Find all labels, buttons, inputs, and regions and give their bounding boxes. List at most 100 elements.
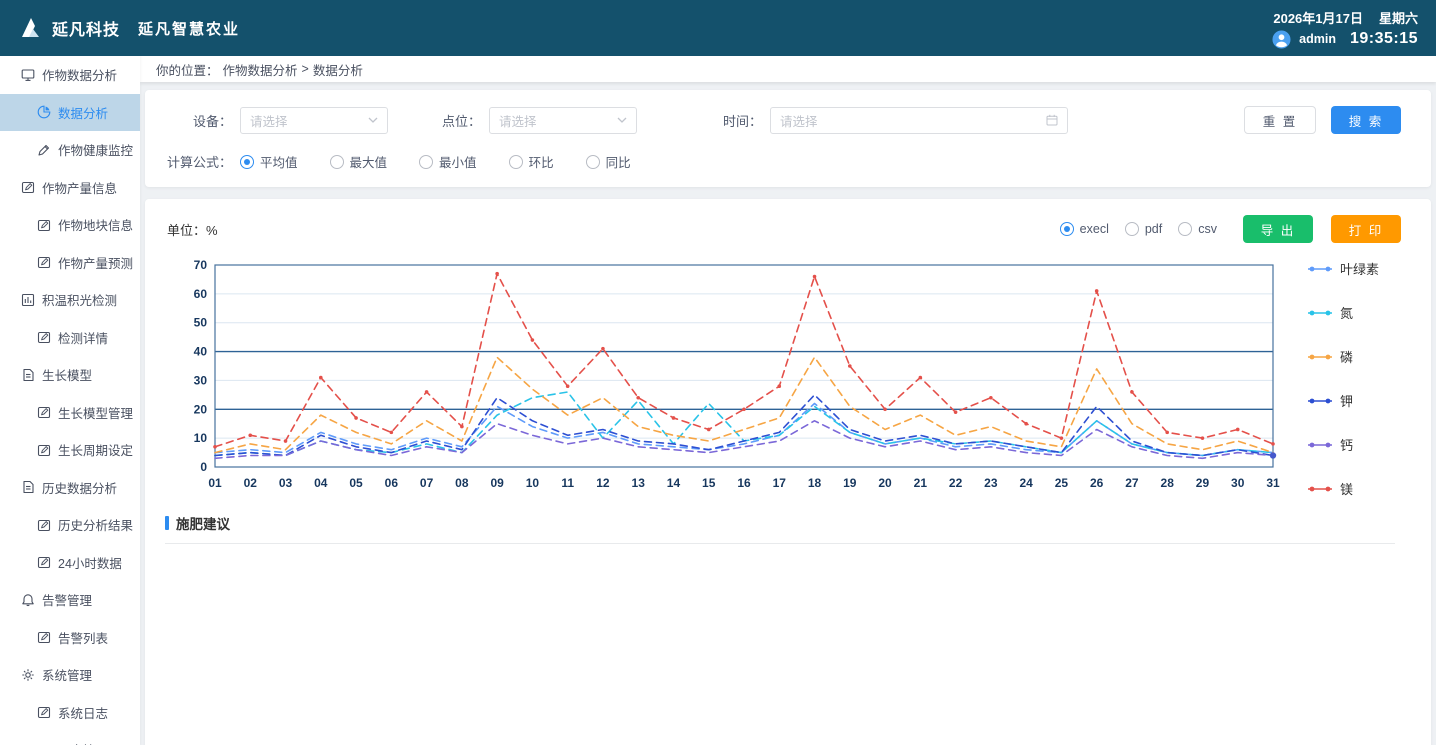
topbar: 延凡科技 延凡智慧农业 2026年1月17日 星期六 admin 19:35:1… [0,0,1436,56]
svg-text:15: 15 [702,476,716,490]
sidebar-item-7[interactable]: 积温积光检测 [0,281,140,319]
sidebar-item-1[interactable]: 作物数据分析 [0,56,140,94]
svg-text:20: 20 [878,476,892,490]
radio-dot [586,155,600,169]
device-select-value: 请选择 [250,111,288,130]
logo-icon [18,15,44,41]
sidebar-item-4[interactable]: 作物产量信息 [0,169,140,207]
sidebar-item-13[interactable]: 历史分析结果 [0,506,140,544]
svg-text:16: 16 [737,476,751,490]
svg-text:07: 07 [420,476,434,490]
formula-radio-group: 平均值 最大值 最小值 环比 同比 [240,152,631,171]
legend-item-钾[interactable]: 钾 [1307,391,1379,410]
sidebar-item-19[interactable]: 用户管理 [0,731,140,745]
radio-dot [1125,222,1139,236]
legend-label: 叶绿素 [1340,259,1379,278]
username: admin [1299,32,1336,46]
main-content: 设备： 请选择 点位： 请选择 时间： 请选择 重 [140,0,1436,745]
breadcrumb-prefix: 你的位置： [156,60,219,79]
time-picker-value: 请选择 [780,111,818,130]
sidebar-item-18[interactable]: 系统日志 [0,694,140,732]
chevron-down-icon [368,117,378,123]
radio-label: 同比 [606,152,631,171]
legend-item-镁[interactable]: 镁 [1307,479,1379,498]
format-option-execl[interactable]: execl [1060,222,1109,236]
sidebar-item-14[interactable]: 24小时数据 [0,544,140,582]
legend-marker-icon [1307,353,1333,361]
point-select-value: 请选择 [499,111,537,130]
svg-text:40: 40 [194,345,208,359]
formula-option-最大值[interactable]: 最大值 [330,152,388,171]
formula-option-同比[interactable]: 同比 [586,152,631,171]
svg-text:27: 27 [1125,476,1139,490]
legend-marker-icon [1307,397,1333,405]
svg-text:25: 25 [1055,476,1069,490]
svg-text:14: 14 [667,476,681,490]
sidebar-item-label: 24小时数据 [58,553,122,572]
section-marker-bar [165,516,169,530]
sidebar-item-label: 告警列表 [58,628,108,647]
formula-option-环比[interactable]: 环比 [509,152,554,171]
print-button[interactable]: 打 印 [1331,215,1401,243]
radio-label: 最大值 [350,152,388,171]
formula-option-平均值[interactable]: 平均值 [240,152,298,171]
sidebar-item-11[interactable]: 生长周期设定 [0,431,140,469]
sidebar-item-3[interactable]: 作物健康监控 [0,131,140,169]
format-option-pdf[interactable]: pdf [1125,222,1162,236]
sidebar-item-5[interactable]: 作物地块信息 [0,206,140,244]
clock: 19:35:15 [1350,30,1418,48]
breadcrumb-section[interactable]: 作物数据分析 [223,60,298,79]
svg-text:06: 06 [385,476,399,490]
sidebar-item-12[interactable]: 历史数据分析 [0,469,140,507]
sidebar-item-6[interactable]: 作物产量预测 [0,244,140,282]
sidebar-item-15[interactable]: 告警管理 [0,581,140,619]
app-title: 延凡智慧农业 [138,18,240,39]
sidebar-item-16[interactable]: 告警列表 [0,619,140,657]
radio-label: 平均值 [260,152,298,171]
line-chart: 0102030405060700102030405060708091011121… [165,255,1281,503]
legend-label: 钙 [1340,435,1353,454]
reset-button[interactable]: 重 置 [1244,106,1316,134]
legend-item-钙[interactable]: 钙 [1307,435,1379,454]
device-select[interactable]: 请选择 [240,107,388,134]
legend-item-叶绿素[interactable]: 叶绿素 [1307,259,1379,278]
svg-text:23: 23 [984,476,998,490]
legend-item-氮[interactable]: 氮 [1307,303,1379,322]
time-picker[interactable]: 请选择 [770,107,1068,134]
legend-item-磷[interactable]: 磷 [1307,347,1379,366]
filter-panel: 设备： 请选择 点位： 请选择 时间： 请选择 重 [145,90,1431,187]
edit-icon [37,555,51,569]
point-select[interactable]: 请选择 [489,107,637,134]
svg-text:31: 31 [1266,476,1280,490]
formula-option-最小值[interactable]: 最小值 [419,152,477,171]
chart-panel: 单位：% execlpdfcsv 导 出 打 印 010203040506070… [145,199,1431,745]
radio-dot [419,155,433,169]
sidebar-item-9[interactable]: 生长模型 [0,356,140,394]
search-button[interactable]: 搜 索 [1331,106,1401,134]
svg-text:19: 19 [843,476,857,490]
svg-text:04: 04 [314,476,328,490]
device-label: 设备： [193,111,232,130]
svg-text:29: 29 [1196,476,1210,490]
edit-icon [37,405,51,419]
sidebar-item-10[interactable]: 生长模型管理 [0,394,140,432]
user-avatar-icon[interactable] [1272,30,1291,49]
svg-text:28: 28 [1161,476,1175,490]
breadcrumb-separator: > [302,62,309,76]
radio-label: pdf [1145,222,1162,236]
sidebar-item-8[interactable]: 检测详情 [0,319,140,357]
chevron-down-icon [617,117,627,123]
document-icon [21,368,35,382]
sidebar-item-2[interactable]: 数据分析 [0,94,140,132]
export-button[interactable]: 导 出 [1243,215,1313,243]
chart-legend: 叶绿素氮磷钾钙镁 [1307,255,1379,503]
brand: 延凡科技 延凡智慧农业 [18,15,240,41]
legend-marker-icon [1307,309,1333,317]
sidebar-item-17[interactable]: 系统管理 [0,656,140,694]
edit-icon [21,180,35,194]
svg-text:17: 17 [773,476,787,490]
legend-label: 氮 [1340,303,1353,322]
sidebar-item-label: 作物产量预测 [58,253,133,272]
format-option-csv[interactable]: csv [1178,222,1217,236]
radio-label: execl [1080,222,1109,236]
